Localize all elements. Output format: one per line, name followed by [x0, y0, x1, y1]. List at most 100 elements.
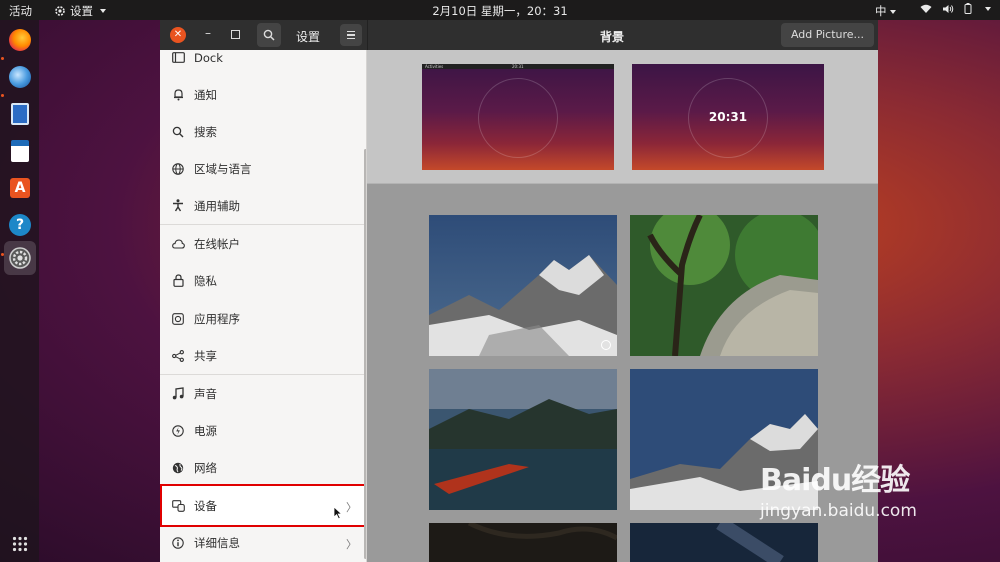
wallpaper-thumbnail[interactable] [429, 369, 617, 510]
lock-screen-preview: 20:31 [632, 64, 824, 170]
music-note-icon [171, 387, 185, 401]
document-icon [11, 140, 29, 162]
dock-icon [171, 51, 185, 65]
info-icon [171, 536, 185, 550]
sidebar-item-online-accounts[interactable]: 在线帐户 [160, 225, 366, 262]
sidebar-item-devices[interactable]: 设备 〉 [160, 487, 366, 524]
sidebar-item-privacy[interactable]: 隐私 [160, 262, 366, 299]
baidu-watermark: Baidu经验 jingyan.baidu.com [760, 455, 917, 521]
wifi-icon [920, 4, 932, 13]
sidebar-item-network[interactable]: 网络 [160, 449, 366, 486]
wallpaper-thumbnail[interactable] [630, 215, 818, 356]
chevron-right-icon: 〉 [346, 538, 357, 551]
dock-item-firefox[interactable] [4, 24, 36, 56]
cloud-icon [171, 237, 185, 251]
sidebar-item-label: 设备 [194, 498, 217, 513]
sidebar-item-label: 区域与语言 [194, 161, 252, 176]
header-divider [367, 20, 368, 50]
chevron-down-icon [889, 9, 896, 14]
network-icon [171, 461, 185, 475]
sidebar-item-sound[interactable]: 声音 [160, 375, 366, 412]
dock: A ? [0, 20, 39, 562]
sidebar: Dock 通知 搜索 区域与语言 通用辅助 在线帐户 隐私 应用程序 共享 声音… [160, 50, 367, 562]
chevron-down-icon [985, 6, 991, 11]
sidebar-item-label: 搜索 [194, 124, 217, 139]
volume-icon [943, 4, 954, 13]
sidebar-item-label: 在线帐户 [194, 236, 240, 251]
writer-icon [11, 103, 29, 125]
sidebar-item-search[interactable]: 搜索 [160, 113, 366, 150]
share-icon [171, 349, 185, 363]
running-indicator [1, 94, 4, 97]
input-method-indicator[interactable]: 中 [875, 3, 896, 19]
power-icon [171, 424, 185, 438]
dock-item-software[interactable]: A [4, 172, 36, 204]
sidebar-item-details[interactable]: 详细信息 〉 [160, 524, 366, 561]
top-bar: 活动 设置 2月10日 星期一，20：31 中 [0, 0, 1000, 20]
system-tray[interactable] [920, 3, 991, 14]
minimize-icon: – [205, 26, 211, 40]
add-picture-button[interactable]: Add Picture... [781, 23, 874, 47]
show-applications-button[interactable] [4, 528, 36, 560]
minimize-button[interactable]: – [202, 27, 214, 41]
preview-strip: Activities 20:31 20:31 [367, 50, 878, 184]
dock-item-writer[interactable] [4, 98, 36, 130]
help-icon: ? [9, 214, 31, 236]
app-menu-label: 设置 [70, 4, 93, 18]
chevron-right-icon: 〉 [346, 501, 357, 514]
sidebar-item-dock[interactable]: Dock [160, 50, 366, 76]
watermark-url: jingyan.baidu.com [760, 501, 917, 521]
search-icon [263, 29, 275, 41]
watermark-logo: Baidu经验 [760, 463, 910, 498]
running-indicator [1, 57, 4, 60]
sidebar-item-label: 网络 [194, 460, 217, 475]
page-title: 背景 [600, 30, 625, 44]
desktop-preview: Activities 20:31 [422, 64, 614, 170]
sidebar-item-notifications[interactable]: 通知 [160, 76, 366, 113]
battery-icon [964, 3, 972, 14]
hamburger-menu-button[interactable] [340, 24, 362, 46]
clock[interactable]: 2月10日 星期一，20：31 [432, 4, 567, 18]
accessibility-icon [171, 199, 185, 213]
close-button[interactable]: ✕ [170, 27, 186, 43]
preview-top-bar: Activities 20:31 [422, 64, 614, 69]
sidebar-item-applications[interactable]: 应用程序 [160, 300, 366, 337]
sidebar-item-sharing[interactable]: 共享 [160, 337, 366, 374]
close-icon: ✕ [173, 29, 183, 40]
dock-item-settings[interactable] [4, 241, 36, 275]
wallpaper-thumbnail[interactable] [429, 523, 617, 562]
grid-icon [12, 536, 28, 552]
wallpaper-thumbnail[interactable] [630, 523, 818, 562]
thunderbird-icon [9, 66, 31, 88]
mouse-cursor-icon [333, 506, 343, 520]
globe-icon [171, 162, 185, 176]
sidebar-item-label: 共享 [194, 348, 217, 363]
devices-icon [171, 499, 185, 513]
sidebar-item-label: 通用辅助 [194, 198, 240, 213]
wallpaper-thumbnail[interactable] [429, 215, 617, 356]
activities-button[interactable]: 活动 [9, 3, 32, 19]
sidebar-item-label: 隐私 [194, 273, 217, 288]
sidebar-item-power[interactable]: 电源 [160, 412, 366, 449]
maximize-button[interactable] [231, 30, 240, 39]
lock-screen-time: 20:31 [708, 110, 748, 124]
sidebar-item-label: 电源 [194, 423, 217, 438]
software-center-icon: A [10, 178, 30, 198]
lock-icon [171, 274, 185, 288]
sidebar-item-label: 应用程序 [194, 311, 240, 326]
sidebar-item-accessibility[interactable]: 通用辅助 [160, 187, 366, 224]
dock-item-document[interactable] [4, 135, 36, 167]
apps-icon [171, 312, 185, 326]
dock-item-help[interactable]: ? [4, 209, 36, 241]
gear-icon [55, 6, 65, 16]
chevron-down-icon [100, 9, 106, 13]
app-menu[interactable]: 设置 [54, 3, 106, 19]
sidebar-item-region-language[interactable]: 区域与语言 [160, 150, 366, 187]
sidebar-item-label: Dock [194, 50, 223, 65]
header-bar-left: ✕ – 设置 [160, 20, 367, 50]
dock-item-thunderbird[interactable] [4, 61, 36, 93]
search-button[interactable] [257, 23, 281, 47]
sidebar-item-label: 声音 [194, 386, 217, 401]
bell-icon [171, 88, 185, 102]
sidebar-title: 设置 [295, 30, 320, 44]
